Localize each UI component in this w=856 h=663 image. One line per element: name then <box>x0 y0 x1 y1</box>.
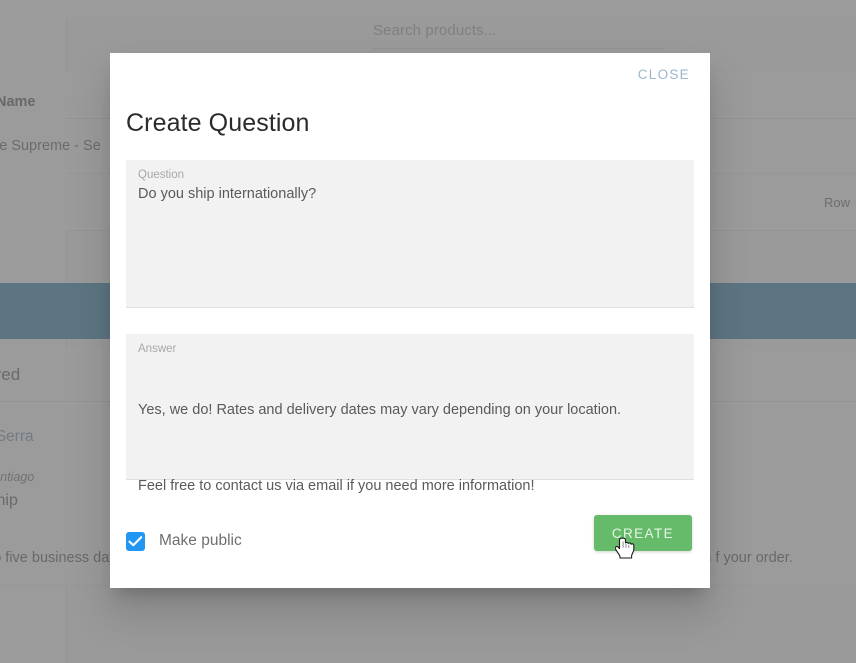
answer-field-label: Answer <box>138 343 177 355</box>
make-public-label: Make public <box>159 532 242 549</box>
close-button[interactable]: CLOSE <box>636 63 692 86</box>
create-question-dialog: CLOSE Create Question Question Do you sh… <box>110 53 710 588</box>
answer-input-group[interactable]: Answer Yes, we do! Rates and delivery da… <box>126 334 694 494</box>
question-input-group[interactable]: Question Do you ship internationally? <box>126 160 694 308</box>
create-button[interactable]: CREATE <box>593 515 692 551</box>
question-textarea[interactable]: Do you ship internationally? <box>138 184 682 205</box>
dialog-title: Create Question <box>126 109 310 137</box>
checkmark-icon[interactable] <box>126 531 145 551</box>
dialog-footer: Make public CREATE <box>110 494 710 588</box>
question-field-label: Question <box>138 169 185 181</box>
dialog-topbar: CLOSE <box>110 53 710 91</box>
answer-line-1: Yes, we do! Rates and delivery dates may… <box>138 402 622 419</box>
make-public-checkbox-group[interactable]: Make public <box>126 531 242 551</box>
